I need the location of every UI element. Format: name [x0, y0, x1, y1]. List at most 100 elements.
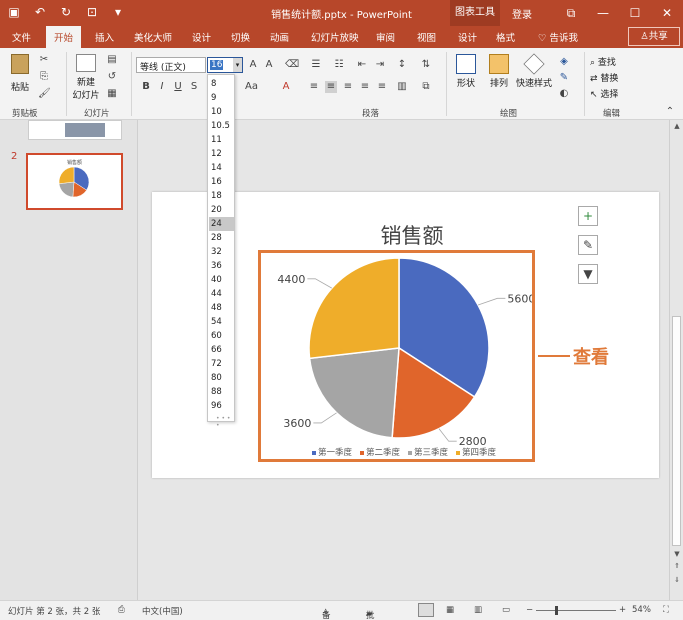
- scroll-up-icon[interactable]: ▲: [672, 122, 682, 132]
- distribute-icon[interactable]: ≡: [376, 81, 388, 93]
- find-button[interactable]: ⌕ 查找: [590, 55, 616, 68]
- new-slide-button[interactable]: 新建 幻灯片: [70, 54, 102, 101]
- shape-fill-icon[interactable]: ◈: [558, 56, 570, 68]
- justify-icon[interactable]: ≡: [359, 81, 371, 93]
- scroll-thumb[interactable]: [672, 316, 681, 546]
- font-size-option[interactable]: 11: [209, 133, 234, 147]
- cut-icon[interactable]: ✂: [38, 54, 50, 66]
- tab-review[interactable]: 审阅: [376, 30, 395, 44]
- scroll-down-icon[interactable]: ▼: [672, 550, 682, 560]
- clear-formatting-icon[interactable]: ⌫: [285, 59, 299, 71]
- italic-icon[interactable]: I: [156, 81, 168, 93]
- tab-chart-format[interactable]: 格式: [496, 30, 515, 44]
- reading-view-icon[interactable]: ▥: [474, 605, 482, 615]
- section-icon[interactable]: ▦: [106, 88, 118, 100]
- columns-icon[interactable]: ▥: [396, 81, 408, 93]
- minimize-icon[interactable]: —: [587, 0, 619, 26]
- zoom-slider-track[interactable]: [536, 610, 616, 611]
- font-size-option[interactable]: 96: [209, 399, 234, 413]
- shrink-font-icon[interactable]: A: [263, 59, 275, 71]
- numbering-icon[interactable]: ☷: [333, 59, 345, 71]
- tell-me-search[interactable]: ♡ 告诉我: [538, 30, 578, 44]
- tab-chart-design[interactable]: 设计: [458, 30, 477, 44]
- font-size-option[interactable]: 10: [209, 105, 234, 119]
- tab-design[interactable]: 设计: [192, 30, 211, 44]
- restore-ribbon-icon[interactable]: ⧉: [555, 0, 587, 26]
- font-size-option[interactable]: 20: [209, 203, 234, 217]
- increase-indent-icon[interactable]: ⇥: [374, 59, 386, 71]
- slide-thumbnail-2[interactable]: 销售额: [26, 153, 123, 210]
- font-size-option[interactable]: 60: [209, 329, 234, 343]
- font-size-option[interactable]: 72: [209, 357, 234, 371]
- language-indicator[interactable]: 中文(中国): [142, 605, 183, 617]
- reset-icon[interactable]: ↺: [106, 71, 118, 83]
- font-size-option[interactable]: 32: [209, 245, 234, 259]
- font-size-option[interactable]: 14: [209, 161, 234, 175]
- bold-icon[interactable]: B: [140, 81, 152, 93]
- bullets-icon[interactable]: ☰: [310, 59, 322, 71]
- resize-grip-icon[interactable]: • • • •: [216, 415, 234, 429]
- next-slide-icon[interactable]: ⇓: [672, 576, 682, 586]
- save-icon[interactable]: ▣: [6, 4, 22, 20]
- replace-button[interactable]: ⇄ 替换: [590, 71, 618, 84]
- font-size-option[interactable]: 40: [209, 273, 234, 287]
- change-case-icon[interactable]: Aa: [245, 81, 258, 93]
- align-center-icon[interactable]: ≡: [325, 81, 337, 93]
- font-size-option[interactable]: 54: [209, 315, 234, 329]
- decrease-indent-icon[interactable]: ⇤: [356, 59, 368, 71]
- font-color-icon[interactable]: A: [280, 81, 292, 93]
- smartart-icon[interactable]: ⧉: [420, 81, 432, 93]
- shape-outline-icon[interactable]: ✎: [558, 72, 570, 84]
- tab-view[interactable]: 视图: [417, 30, 436, 44]
- zoom-level[interactable]: 54%: [632, 605, 651, 615]
- zoom-slider-thumb[interactable]: [555, 606, 558, 615]
- tab-home[interactable]: 开始: [46, 26, 82, 48]
- spellcheck-icon[interactable]: ⎙: [118, 605, 125, 615]
- chart-elements-button[interactable]: +: [578, 206, 598, 226]
- font-size-option[interactable]: 8: [209, 77, 234, 91]
- tab-insert[interactable]: 插入: [95, 30, 114, 44]
- zoom-in-icon[interactable]: +: [619, 605, 626, 615]
- layout-icon[interactable]: ▤: [106, 54, 118, 66]
- font-size-select[interactable]: 16 ▾: [207, 57, 243, 73]
- font-size-option[interactable]: 16: [209, 175, 234, 189]
- tab-transitions[interactable]: 切换: [231, 30, 250, 44]
- copy-icon[interactable]: ⎘: [38, 71, 50, 83]
- font-size-option[interactable]: 88: [209, 385, 234, 399]
- share-button[interactable]: ♙共享: [628, 27, 680, 46]
- collapse-ribbon-icon[interactable]: ⌃: [664, 106, 676, 118]
- format-painter-icon[interactable]: 🖌: [38, 88, 51, 100]
- text-direction-icon[interactable]: ⇅: [420, 59, 432, 71]
- tab-file[interactable]: 文件: [12, 30, 31, 44]
- font-size-option[interactable]: 48: [209, 301, 234, 315]
- tab-slideshow[interactable]: 幻灯片放映: [311, 30, 359, 44]
- vertical-scrollbar[interactable]: ▲ ▼ ⇑ ⇓: [669, 120, 683, 600]
- font-size-option[interactable]: 80: [209, 371, 234, 385]
- line-spacing-icon[interactable]: ↕: [396, 59, 408, 71]
- shape-effects-icon[interactable]: ◐: [558, 88, 570, 100]
- undo-icon[interactable]: ↶: [32, 4, 48, 20]
- font-name-select[interactable]: 等线 (正文): [136, 57, 206, 73]
- font-size-option[interactable]: 28: [209, 231, 234, 245]
- customize-qat-icon[interactable]: ▾: [110, 4, 126, 20]
- select-button[interactable]: ↖ 选择: [590, 87, 618, 100]
- close-icon[interactable]: ✕: [651, 0, 683, 26]
- font-size-option[interactable]: 66: [209, 343, 234, 357]
- zoom-out-icon[interactable]: −: [526, 605, 533, 615]
- grow-font-icon[interactable]: A: [247, 59, 259, 71]
- fit-to-window-icon[interactable]: ⛶: [663, 605, 669, 615]
- paste-button[interactable]: 粘贴: [8, 54, 32, 96]
- align-right-icon[interactable]: ≡: [342, 81, 354, 93]
- chart-styles-button[interactable]: ✎: [578, 235, 598, 255]
- normal-view-icon[interactable]: [418, 603, 434, 617]
- font-size-option[interactable]: 10.5: [209, 119, 234, 133]
- redo-icon[interactable]: ↻: [58, 4, 74, 20]
- present-icon[interactable]: ⊡: [84, 4, 100, 20]
- slide-thumbnail-1[interactable]: [28, 120, 122, 140]
- chart-filters-button[interactable]: ▼: [578, 264, 598, 284]
- tab-beautify[interactable]: 美化大师: [134, 30, 172, 44]
- slideshow-view-icon[interactable]: ▭: [502, 605, 510, 615]
- shapes-button[interactable]: 形状: [452, 54, 480, 89]
- font-size-option[interactable]: 9: [209, 91, 234, 105]
- shadow-icon[interactable]: S: [188, 81, 200, 93]
